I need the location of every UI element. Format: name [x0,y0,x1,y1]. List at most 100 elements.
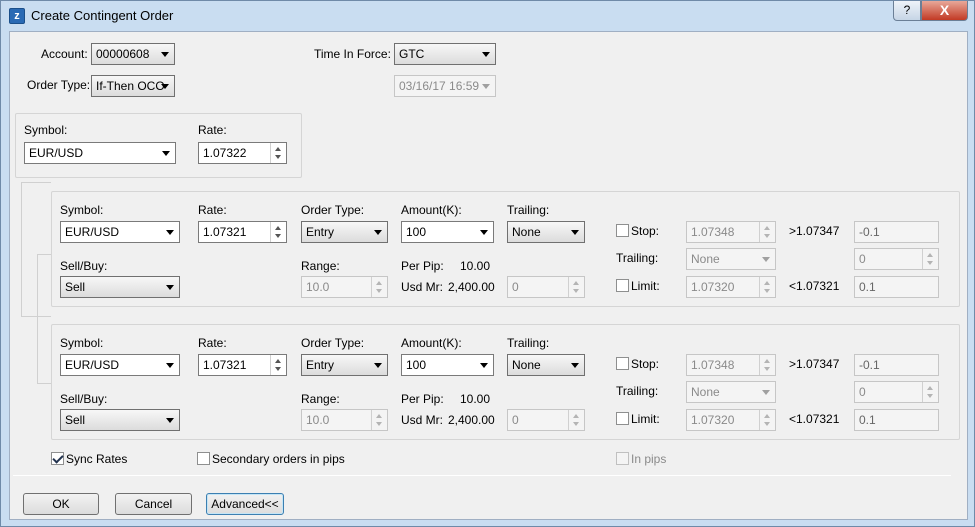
secondary-pips-label: Secondary orders in pips [212,452,345,466]
chevron-down-icon [166,363,174,368]
stop-label: Stop: [631,357,660,371]
trailing2-select: None [686,381,776,403]
chevron-down-icon [762,390,770,395]
usdmr-value: 2,400.00 [448,413,495,427]
symbol-label: Symbol: [60,336,104,350]
sellbuy-label: Sell/Buy: [60,392,108,406]
order-type-value: Entry [306,358,335,372]
sellbuy-select[interactable]: Sell [60,276,180,298]
trailing-select[interactable]: None [507,354,585,376]
stop-checkbox[interactable] [616,224,629,237]
close-button[interactable]: X [921,1,968,21]
order-type-select[interactable]: Entry [301,221,388,243]
trailing2-value: None [691,252,720,266]
trailing-value: None [512,225,541,239]
limit-rate-value: 1.07320 [691,413,735,427]
trailing2-spinner: 0 [854,381,939,403]
primary-rate-label: Rate: [198,123,227,137]
limit-rate-value: 1.07320 [691,280,735,294]
dialog-window: z Create Contingent Order ? X Account: 0… [0,0,975,527]
chevron-down-icon [480,230,488,235]
primary-rate-value: 1.07322 [203,146,247,160]
trailing2-label: Trailing: [616,384,659,398]
spin-arrows-icon [759,277,775,297]
expiry-datetime: 03/16/17 16:59 [394,75,496,97]
trailing2-label: Trailing: [616,251,659,265]
spin-arrows-icon [371,277,387,297]
limit-checkbox[interactable] [616,279,629,292]
advanced-button[interactable]: Advanced<< [206,493,284,515]
order-type-select[interactable]: If-Then OCO [91,75,175,97]
in-pips-label: In pips [631,452,667,466]
spin-arrows-icon[interactable] [270,355,286,375]
chevron-down-icon [482,52,490,57]
rate-label: Rate: [198,336,227,350]
tif-value: GTC [399,47,425,61]
symbol-select[interactable]: EUR/USD [60,221,180,243]
perpip-label: Per Pip: [401,392,444,406]
limit-condition: <1.07321 [789,412,840,426]
amount-select[interactable]: 100 [401,221,494,243]
secondary-pips-checkbox[interactable] [197,452,210,465]
spin-arrows-icon [568,410,584,430]
chevron-down-icon [162,151,170,156]
tif-select[interactable]: GTC [394,43,496,65]
chevron-down-icon [161,52,169,57]
range-spinner: 10.0 [301,409,388,431]
spin-arrows-icon [759,355,775,375]
spin-arrows-icon[interactable] [270,222,286,242]
sync-rates-label: Sync Rates [66,452,128,466]
rate-label: Rate: [198,203,227,217]
range-value: 10.0 [306,280,330,294]
account-select[interactable]: 00000608 [91,43,175,65]
amount-select[interactable]: 100 [401,354,494,376]
chevron-down-icon [482,84,490,89]
range-extra-value: 0 [512,413,519,427]
sellbuy-select[interactable]: Sell [60,409,180,431]
cancel-button[interactable]: Cancel [115,493,192,515]
stop-condition: >1.07347 [789,357,840,371]
limit-rate-spinner: 1.07320 [686,276,776,298]
stop-condition: >1.07347 [789,224,840,238]
trailing-label: Trailing: [507,203,550,217]
stop-checkbox[interactable] [616,357,629,370]
symbol-select[interactable]: EUR/USD [60,354,180,376]
stop-rate-value: 1.07348 [691,358,735,372]
range-extra-value: 0 [512,280,519,294]
trailing2-num: 0 [859,385,866,399]
primary-rate-spinner[interactable]: 1.07322 [198,142,287,164]
trailing2-spinner: 0 [854,248,939,270]
tif-label: Time In Force: [314,47,391,61]
sync-rates-checkbox[interactable] [51,452,64,465]
perpip-value: 10.00 [460,392,491,406]
limit-condition: <1.07321 [789,279,840,293]
sellbuy-value: Sell [65,413,86,427]
range-label: Range: [301,392,340,406]
rate-value: 1.07321 [203,225,247,239]
chevron-down-icon [480,363,488,368]
trailing-label: Trailing: [507,336,550,350]
trailing-select[interactable]: None [507,221,585,243]
ok-button[interactable]: OK [23,493,99,515]
trailing2-select: None [686,248,776,270]
limit-checkbox[interactable] [616,412,629,425]
amount-label: Amount(K): [401,203,462,217]
stop-pips-field: -0.1 [854,354,939,376]
spin-arrows-icon [371,410,387,430]
sellbuy-value: Sell [65,280,86,294]
range-extra-spinner: 0 [507,409,585,431]
order-type-value: Entry [306,225,335,239]
order-type-label: Order Type: [301,336,365,350]
order-type-label: Order Type: [301,203,365,217]
usdmr-label: Usd Mr: [401,280,443,294]
primary-symbol-select[interactable]: EUR/USD [24,142,176,164]
stop-rate-spinner: 1.07348 [686,354,776,376]
rate-spinner[interactable]: 1.07321 [198,221,287,243]
spin-arrows-icon[interactable] [270,143,286,163]
order-type-value: If-Then OCO [96,79,165,93]
account-value: 00000608 [96,47,150,61]
help-button[interactable]: ? [893,1,921,21]
rate-spinner[interactable]: 1.07321 [198,354,287,376]
trailing2-num: 0 [859,252,866,266]
order-type-select[interactable]: Entry [301,354,388,376]
